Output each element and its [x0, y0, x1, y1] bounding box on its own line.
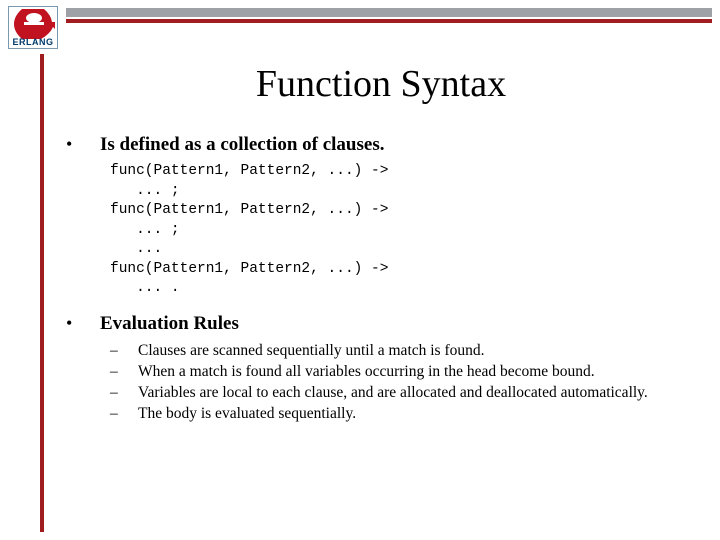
- rule-text: When a match is found all variables occu…: [138, 362, 696, 382]
- erlang-logo-icon: [11, 9, 55, 39]
- bullet-1-heading: Is defined as a collection of clauses.: [100, 134, 384, 156]
- top-gray-bar: [66, 8, 712, 17]
- rule-text: The body is evaluated sequentially.: [138, 404, 696, 424]
- rule-item: – Variables are local to each clause, an…: [110, 383, 696, 403]
- dash-mark: –: [110, 404, 138, 424]
- rule-item: – When a match is found all variables oc…: [110, 362, 696, 382]
- top-red-line: [66, 19, 712, 23]
- slide-title: Function Syntax: [66, 62, 696, 106]
- slide: ERLANG Function Syntax • Is defined as a…: [0, 0, 720, 540]
- erlang-logo: ERLANG: [8, 6, 58, 50]
- content-area: Function Syntax • Is defined as a collec…: [66, 62, 696, 426]
- rule-item: – Clauses are scanned sequentially until…: [110, 341, 696, 361]
- dash-mark: –: [110, 341, 138, 361]
- dash-mark: –: [110, 383, 138, 403]
- rule-item: – The body is evaluated sequentially.: [110, 404, 696, 424]
- evaluation-rules-list: – Clauses are scanned sequentially until…: [110, 341, 696, 425]
- bullet-2-heading: Evaluation Rules: [100, 313, 239, 335]
- bullet-2: • Evaluation Rules: [66, 313, 696, 335]
- bullet-mark: •: [66, 134, 100, 155]
- rule-text: Clauses are scanned sequentially until a…: [138, 341, 696, 361]
- bullet-mark: •: [66, 313, 100, 334]
- erlang-logo-text: ERLANG: [11, 37, 55, 47]
- code-clauses: func(Pattern1, Pattern2, ...) -> ... ; f…: [110, 162, 696, 299]
- rule-text: Variables are local to each clause, and …: [138, 383, 696, 403]
- bullet-1: • Is defined as a collection of clauses.: [66, 134, 696, 156]
- dash-mark: –: [110, 362, 138, 382]
- side-red-line: [40, 54, 44, 532]
